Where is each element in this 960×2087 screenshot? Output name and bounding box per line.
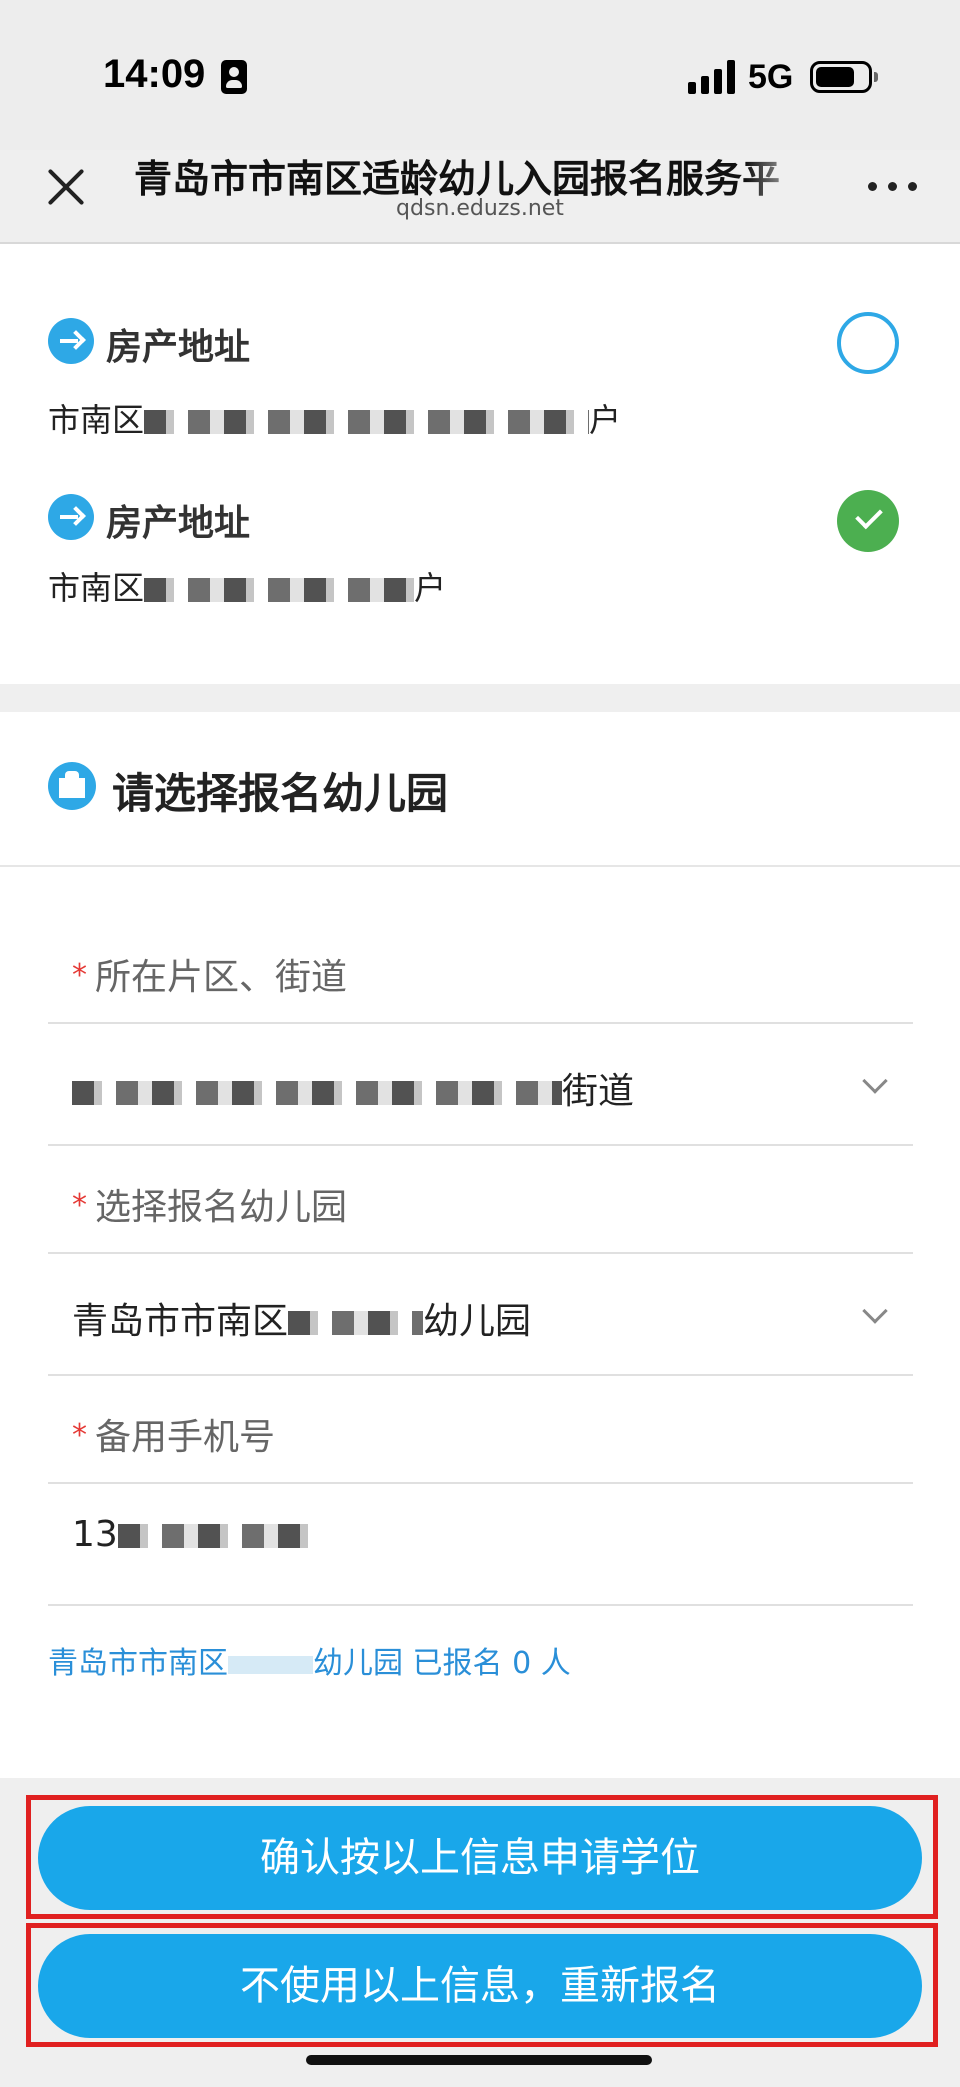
redacted-text — [144, 578, 415, 602]
battery-icon — [810, 61, 878, 93]
row-divider — [48, 1604, 913, 1606]
status-bar: 14:09 5G — [0, 0, 960, 150]
network-type: 5G — [748, 58, 794, 96]
reregister-button[interactable]: 不使用以上信息，重新报名 — [38, 1934, 922, 2038]
district-label: * 所在片区、街道 — [72, 957, 348, 998]
home-indicator — [306, 2055, 652, 2065]
redacted-text — [228, 1655, 313, 1674]
row-divider — [48, 1374, 913, 1376]
row-divider — [48, 1482, 913, 1484]
required-mark: * — [72, 1418, 87, 1453]
person-badge-icon — [221, 60, 247, 94]
required-mark: * — [72, 1188, 87, 1223]
kindergarten-card — [0, 712, 960, 1778]
address-value: 市南区户 — [48, 569, 447, 607]
school-label: * 选择报名幼儿园 — [72, 1187, 348, 1228]
page-title: 青岛市市南区适龄幼儿入园报名服务平 — [134, 157, 781, 201]
radio-unselected[interactable] — [837, 312, 899, 374]
row-divider — [48, 1144, 913, 1146]
page-url: qdsn.eduzs.net — [396, 196, 564, 221]
redacted-text — [72, 1081, 562, 1105]
redacted-text — [288, 1311, 424, 1335]
more-options-icon[interactable] — [868, 180, 918, 194]
address-label: 房产地址 — [106, 327, 251, 368]
section-divider — [0, 865, 960, 867]
district-select[interactable]: 街道 — [72, 1062, 634, 1114]
confirm-apply-button[interactable]: 确认按以上信息申请学位 — [38, 1806, 922, 1910]
section-title: 请选择报名幼儿园 — [112, 769, 449, 818]
arrow-right-icon — [48, 318, 94, 364]
phone-label: * 备用手机号 — [72, 1417, 276, 1458]
address-card — [0, 244, 960, 684]
row-divider — [48, 1252, 913, 1254]
school-icon — [48, 762, 96, 810]
arrow-right-icon — [48, 494, 94, 540]
enrollment-count: 青岛市市南区 幼儿园 已报名 0 人 — [48, 1646, 571, 1681]
redacted-text — [144, 410, 590, 434]
address-value: 市南区户 — [48, 401, 622, 439]
required-mark: * — [72, 958, 87, 993]
status-time: 14:09 — [103, 52, 206, 96]
address-label: 房产地址 — [106, 503, 251, 544]
row-divider — [48, 1022, 913, 1024]
phone-input[interactable]: 13 — [72, 1514, 318, 1555]
school-select[interactable]: 青岛市市南区 幼儿园 — [72, 1292, 531, 1344]
signal-strength-icon — [688, 60, 736, 94]
redacted-text — [117, 1524, 318, 1548]
radio-selected-check-icon[interactable] — [837, 490, 899, 552]
